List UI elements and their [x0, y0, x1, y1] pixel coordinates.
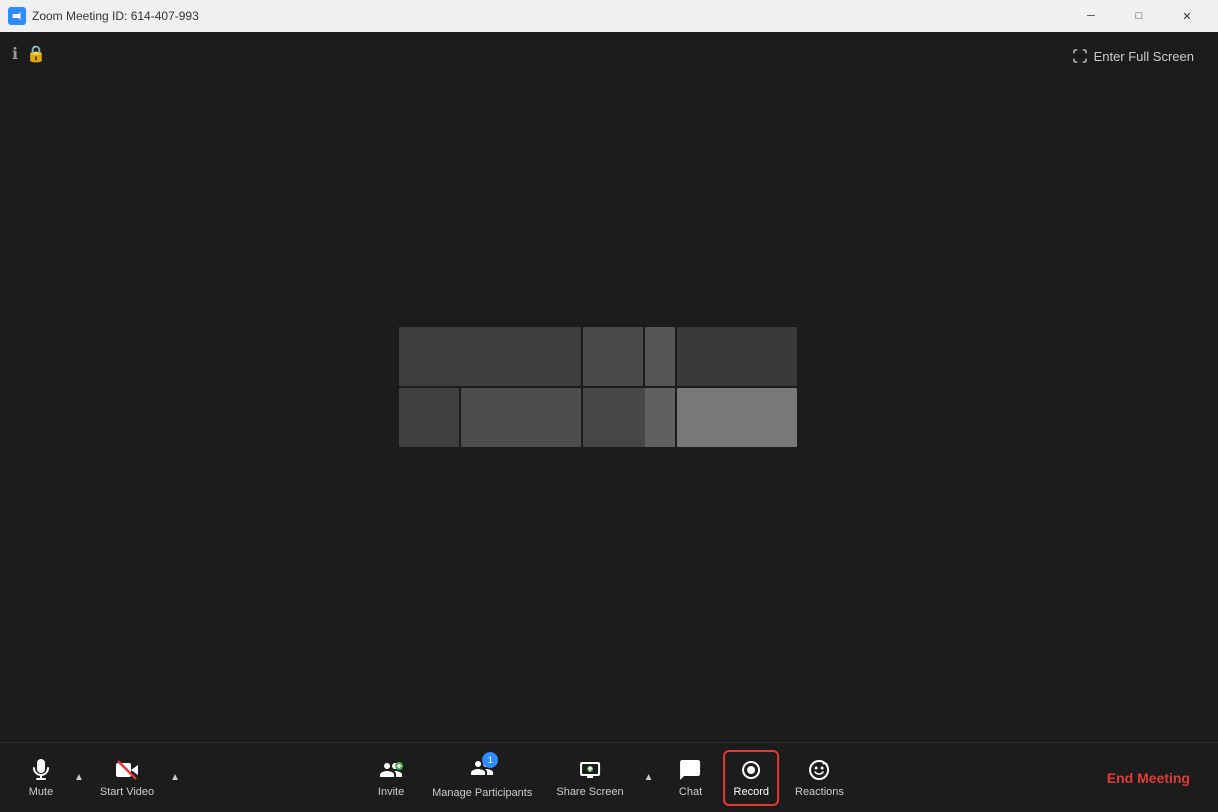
blur-cell-9 — [677, 388, 797, 447]
mic-icon — [29, 758, 53, 782]
blur-cell-3 — [645, 327, 675, 386]
reactions-button[interactable]: Reactions — [787, 752, 852, 804]
blur-cell-1 — [399, 327, 581, 386]
app-icon — [8, 7, 26, 25]
fullscreen-button[interactable]: Enter Full Screen — [1064, 44, 1202, 68]
reactions-icon — [807, 758, 831, 782]
invite-label: Invite — [378, 786, 404, 798]
minimize-button[interactable]: ─ — [1068, 0, 1114, 32]
record-icon — [739, 758, 763, 782]
blur-cell-8 — [645, 388, 675, 447]
toolbar: Mute ▲ Start Video ▲ Invite — [0, 742, 1218, 812]
record-button[interactable]: Record — [724, 750, 779, 806]
video-icon — [115, 758, 139, 782]
end-meeting-button[interactable]: End Meeting — [1095, 762, 1202, 794]
mute-button[interactable]: Mute — [16, 752, 66, 804]
reactions-label: Reactions — [795, 786, 844, 798]
record-label: Record — [734, 786, 769, 798]
blur-cell-5 — [399, 388, 459, 447]
maximize-button[interactable]: □ — [1116, 0, 1162, 32]
blur-cell-4 — [677, 327, 797, 386]
start-video-label: Start Video — [100, 786, 154, 798]
toolbar-center: Invite 1 Manage Participants Share Scree… — [366, 750, 852, 806]
main-content: ℹ 🔒 Enter Full Screen — [0, 32, 1218, 742]
share-screen-button[interactable]: Share Screen — [548, 752, 631, 804]
share-screen-icon — [578, 758, 602, 782]
window-controls: ─ □ ✕ — [1068, 0, 1210, 32]
video-chevron[interactable]: ▲ — [166, 768, 184, 787]
window-title: Zoom Meeting ID: 614-407-993 — [32, 9, 199, 23]
manage-participants-label: Manage Participants — [432, 787, 532, 799]
invite-icon — [379, 758, 403, 782]
lock-icon: 🔒 — [26, 44, 46, 64]
manage-participants-button[interactable]: 1 Manage Participants — [424, 750, 540, 805]
blur-cell-2 — [583, 327, 643, 386]
title-bar-left: Zoom Meeting ID: 614-407-993 — [8, 7, 199, 25]
start-video-button[interactable]: Start Video — [92, 752, 162, 804]
mute-label: Mute — [29, 786, 53, 798]
participant-count-badge: 1 — [482, 752, 498, 768]
share-screen-label: Share Screen — [556, 786, 623, 798]
fullscreen-label: Enter Full Screen — [1094, 49, 1194, 64]
close-button[interactable]: ✕ — [1164, 0, 1210, 32]
share-screen-chevron[interactable]: ▲ — [640, 768, 658, 787]
blurred-content-area — [399, 327, 819, 447]
chat-button[interactable]: Chat — [666, 752, 716, 804]
blur-cell-6 — [461, 388, 581, 447]
participants-icon-wrapper: 1 — [470, 756, 494, 783]
header-icons: ℹ 🔒 — [12, 44, 46, 64]
toolbar-left: Mute ▲ Start Video ▲ — [16, 752, 184, 804]
title-bar: Zoom Meeting ID: 614-407-993 ─ □ ✕ — [0, 0, 1218, 32]
info-icon[interactable]: ℹ — [12, 44, 18, 64]
mute-chevron[interactable]: ▲ — [70, 768, 88, 787]
chat-icon — [679, 758, 703, 782]
invite-button[interactable]: Invite — [366, 752, 416, 804]
fullscreen-icon — [1072, 48, 1088, 64]
chat-label: Chat — [679, 786, 702, 798]
